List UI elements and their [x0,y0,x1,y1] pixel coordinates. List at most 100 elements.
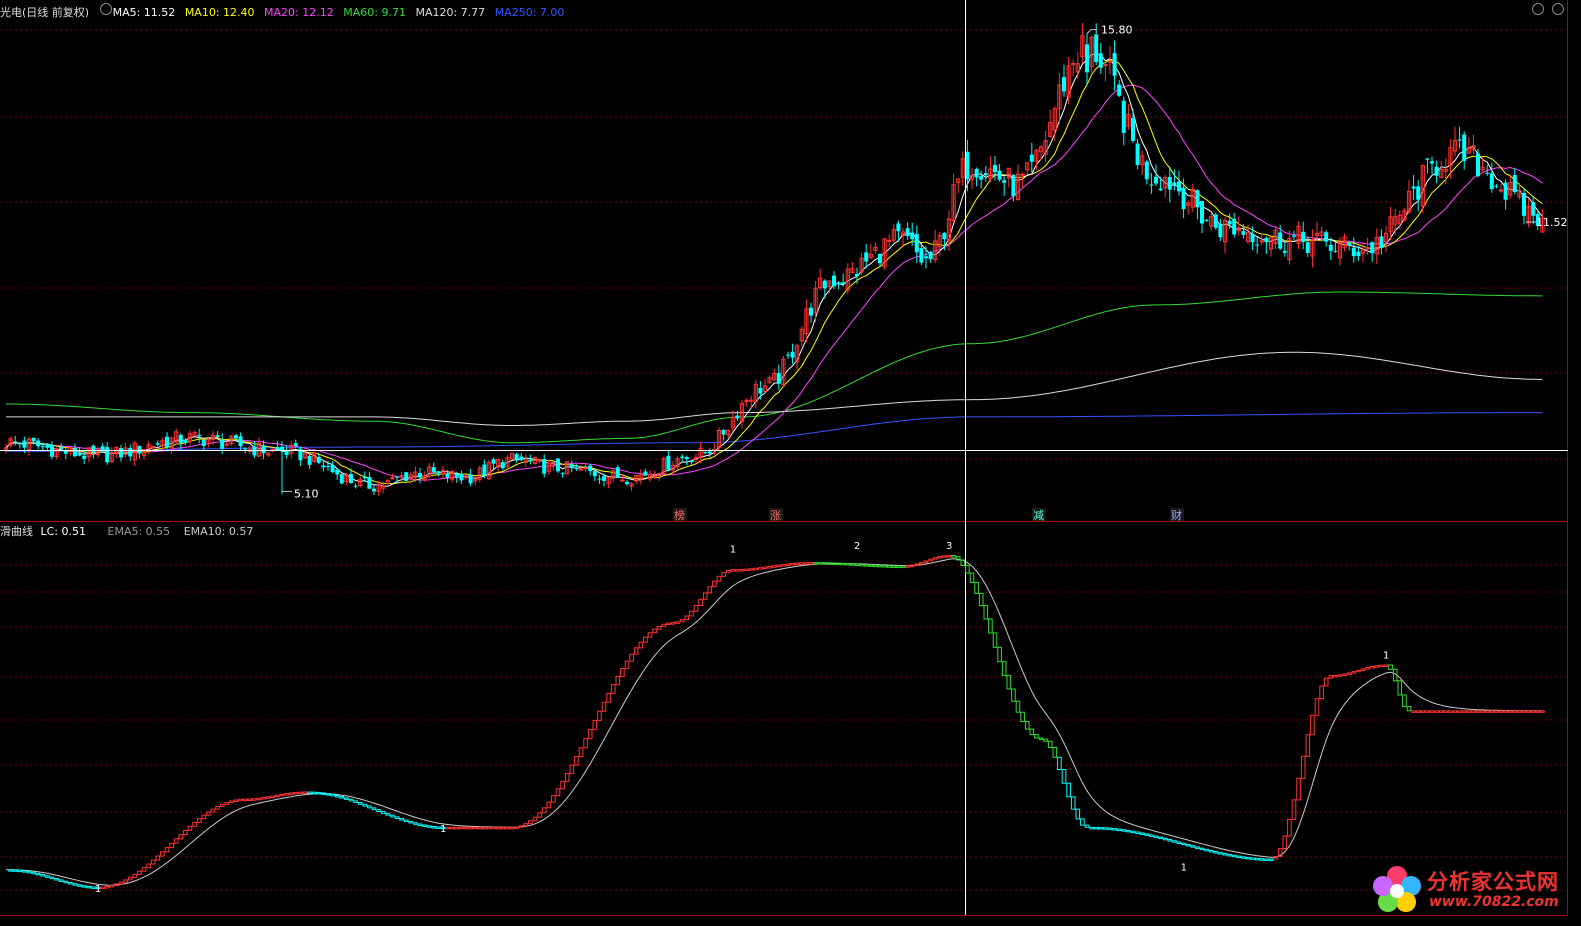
lc-box [1047,740,1053,749]
lc-box [344,797,349,800]
candle-body [1489,173,1494,190]
candle-body [1347,242,1352,246]
lc-box [551,795,556,803]
candle-body [519,456,524,461]
lc-box [238,798,243,802]
lc-box [270,795,276,798]
lc-box [1494,710,1499,713]
lc-box [1480,710,1485,713]
candle-body [1020,173,1025,176]
candle-body [1333,250,1338,252]
candle-body [1154,176,1158,184]
candle-body [864,252,869,262]
candle-body [588,465,593,472]
watermark-url: www.70822.com [1429,894,1559,910]
candle-body [372,488,376,492]
lc-box [1057,756,1062,771]
lc-box [1296,777,1301,801]
lc-box [330,793,335,797]
candle-body [353,485,358,487]
lc-box [928,558,933,562]
lc-box [1300,755,1306,779]
lc-box [1241,856,1246,859]
lc-box [781,564,786,567]
candle-body [744,400,749,403]
lc-box [500,826,506,830]
lc-box [1135,831,1140,834]
lc-box [1199,847,1205,851]
lc-box [1512,710,1518,713]
ema10-line [6,558,1543,886]
candle-body [1098,53,1103,68]
candle-body [809,307,813,316]
maximize-icon[interactable] [1532,3,1544,15]
lc-box [868,564,874,567]
lc-box [1213,851,1219,854]
lc-box [1379,664,1384,668]
candle-body [395,476,399,478]
lc-box [367,805,372,809]
lc-box [17,869,23,873]
lc-box [1291,799,1297,820]
lc-box [35,872,41,876]
lc-box [206,811,211,816]
lc-box [578,747,584,758]
lc-box [794,562,800,566]
lc-box [643,636,648,643]
candle-body [625,481,629,485]
lc-box [132,873,138,878]
candle-body [1232,218,1237,235]
lc-box [210,808,216,813]
lc-box [606,692,611,703]
lc-box [813,562,818,565]
lc-box [1084,824,1090,828]
minimize-icon[interactable] [1552,3,1564,15]
candle-body [560,472,565,474]
lc-box [1149,834,1154,837]
candle-body [919,248,924,263]
candle-body [707,451,712,454]
candle-body [1356,251,1361,257]
candle-body [330,465,335,473]
lc-box [1231,854,1237,858]
lc-box [224,801,230,805]
candle-body [1195,190,1200,208]
lc-box [721,572,726,577]
candle-body [910,232,915,240]
lc-box [1218,852,1223,855]
candle-body [197,434,202,437]
candle-body [776,372,781,384]
lc-box [937,556,943,559]
lc-box [753,567,759,571]
candle-body [22,440,27,448]
candle-body [1425,158,1430,160]
lc-box [624,660,630,670]
lc-box [1282,835,1288,850]
lc-box [1365,667,1370,670]
lc-box [1001,661,1007,677]
candle-body [578,468,584,471]
lc-box [817,562,823,565]
lc-box [169,842,174,849]
candle-body [293,443,298,447]
lc-box [1144,833,1150,836]
lc-box [1484,710,1490,713]
candle-body [928,251,933,260]
lc-box [63,880,69,884]
candle-body [1085,44,1089,73]
settings-icon[interactable] [100,3,112,15]
candle-body [1213,214,1218,228]
candle-body [275,447,280,450]
candle-body [878,253,882,264]
candle-body [1531,202,1536,216]
lc-box [109,884,115,888]
lc-box [164,847,170,853]
lc-box [413,822,418,825]
lc-box [675,621,680,624]
lc-box [1305,734,1311,757]
lc-box [1126,829,1131,833]
lc-box [776,564,782,568]
candle-body [1011,174,1016,197]
lc-box [371,807,377,811]
lc-box [978,592,984,607]
